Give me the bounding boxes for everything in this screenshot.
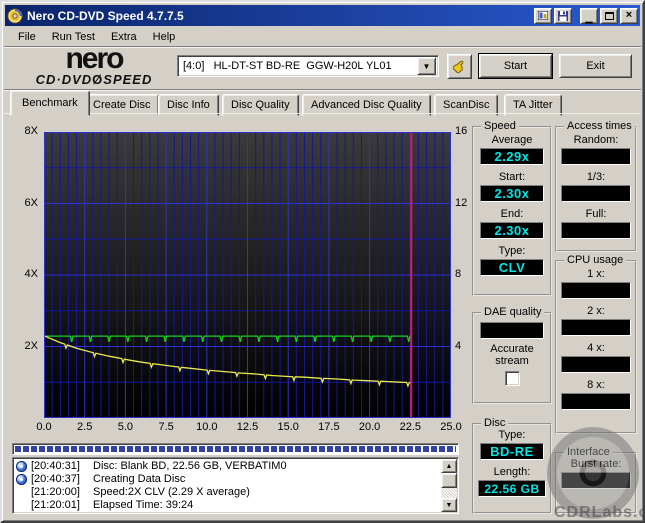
disc-glyph: Ø (92, 72, 104, 87)
dae-quality-title: DAE quality (481, 306, 545, 318)
progress-bar (12, 443, 459, 455)
cpu-8x-label: 8 x: (587, 379, 605, 391)
progress-bar-fill (15, 446, 456, 452)
disc-type-value: BD-RE (480, 443, 544, 460)
x-axis-tick: 15.0 (277, 421, 299, 433)
speed-average-label: Average (491, 134, 533, 146)
nero-logo: nero CD·DVDØSPEED (14, 42, 174, 88)
access-13-value (561, 185, 631, 202)
x-axis-tick: 2.5 (77, 421, 93, 433)
floppy-icon (558, 10, 568, 21)
hand-icon: ☛ (449, 56, 471, 78)
scrollbar-down-button[interactable]: ▼ (441, 498, 457, 512)
app-icon (7, 8, 23, 23)
access-full-value (561, 222, 631, 239)
cpu-8x-value (561, 393, 631, 410)
save-button[interactable] (554, 7, 572, 24)
cpu-1x-label: 1 x: (587, 268, 605, 280)
x-axis-tick: 20.0 (358, 421, 381, 433)
disc-icon (16, 474, 27, 485)
disc-length-label: Length: (493, 466, 531, 478)
cpu-usage-title: CPU usage (564, 254, 627, 266)
x-axis-tick: 25.0 (440, 421, 462, 433)
access-full-label: Full: (585, 208, 607, 220)
accurate-stream-label: Accurate stream (490, 343, 534, 367)
speed-average-value: 2.29x (480, 148, 544, 165)
log-list[interactable]: [20:40:31] Disc: Blank BD, 22.56 GB, VER… (12, 457, 459, 514)
drive-selector[interactable]: [4:0] HL-DT-ST BD-RE GGW-H20L YL01 ▼ (177, 55, 439, 77)
image-icon (538, 11, 548, 20)
log-row[interactable]: [21:20:00] Speed:2X CLV (2.29 X average) (13, 486, 458, 499)
cpu-2x-value (561, 319, 631, 336)
dropdown-arrow-icon[interactable]: ▼ (417, 57, 436, 75)
access-times-group: Access times Random: 1/3: Full: (555, 120, 637, 252)
access-random-value (561, 148, 631, 165)
x-axis-tick: 10.0 (196, 421, 218, 433)
toolbar-divider (4, 89, 641, 91)
app-window: Nero CD-DVD Speed 4.7.7.5 ▁ × File Run T… (0, 0, 645, 523)
cddvdspeed-text: CD·DVDØSPEED (35, 72, 153, 87)
cpu-usage-group: CPU usage 1 x: 2 x: 4 x: 8 x: (555, 254, 637, 434)
dae-quality-group: DAE quality Accurate stream (472, 306, 552, 404)
log-row[interactable]: [21:20:01] Elapsed Time: 39:24 (13, 499, 458, 512)
disc-group: Disc Type: BD-RE Length: 22.56 GB (472, 417, 552, 514)
speed-type-value: CLV (480, 259, 544, 276)
y-left-tick: 6X (24, 196, 38, 209)
y-left-tick: 8X (24, 125, 38, 137)
x-axis-tick: 22.5 (399, 421, 422, 433)
eject-button[interactable]: ☛ (447, 54, 472, 79)
x-axis-tick: 7.5 (158, 421, 174, 433)
benchmark-chart (44, 132, 451, 418)
y-left-tick: 4X (24, 268, 38, 280)
cpu-2x-label: 2 x: (587, 305, 605, 317)
speed-end-label: End: (500, 208, 524, 220)
log-scrollbar[interactable]: ▲ ▼ (441, 459, 457, 512)
exit-button[interactable]: Exit (559, 54, 632, 78)
close-button[interactable]: × (620, 7, 638, 24)
minimize-button[interactable]: ▁ (580, 7, 598, 24)
access-times-title: Access times (564, 120, 635, 132)
speed-type-label: Type: (498, 245, 526, 257)
screenshot-button[interactable] (534, 7, 552, 24)
disc-group-title: Disc (481, 417, 509, 429)
menu-help[interactable]: Help (145, 29, 184, 45)
titlebar[interactable]: Nero CD-DVD Speed 4.7.7.5 ▁ × (5, 5, 640, 26)
dae-quality-value (480, 322, 544, 339)
maximize-button[interactable] (600, 7, 618, 24)
speed-group: Speed Average 2.29x Start: 2.30x End: 2.… (472, 120, 552, 296)
menu-file[interactable]: File (10, 29, 44, 45)
disc-length-value: 22.56 GB (478, 480, 546, 497)
accurate-stream-checkbox[interactable] (504, 371, 520, 386)
cpu-4x-label: 4 x: (587, 342, 605, 354)
speed-start-value: 2.30x (480, 185, 544, 202)
chart-plot-area (44, 132, 451, 418)
start-button[interactable]: Start (478, 53, 553, 79)
access-random-label: Random: (573, 134, 619, 146)
disc-icon (16, 461, 27, 472)
window-title: Nero CD-DVD Speed 4.7.7.5 (27, 8, 184, 23)
disc-type-label: Type: (498, 429, 526, 441)
scrollbar-up-button[interactable]: ▲ (441, 459, 457, 473)
y-left-tick: 2X (24, 339, 38, 352)
scrollbar-thumb[interactable] (441, 473, 457, 488)
access-13-label: 1/3: (586, 171, 606, 183)
speed-start-label: Start: (498, 171, 526, 183)
drive-selector-value: [4:0] HL-DT-ST BD-RE GGW-H20L YL01 (183, 60, 392, 72)
speed-end-value: 2.30x (480, 222, 544, 239)
tab-benchmark[interactable]: Benchmark (10, 90, 90, 116)
speed-group-title: Speed (481, 120, 519, 132)
log-row[interactable]: [20:40:37] Creating Data Disc (13, 473, 458, 486)
x-axis-tick: 12.5 (236, 421, 259, 433)
x-axis-tick: 5.0 (117, 421, 134, 433)
nero-brand-text: nero (65, 42, 124, 75)
tab-page-border (4, 113, 641, 114)
x-axis-tick: 0.0 (36, 421, 52, 433)
watermark: CDRLabs.com (554, 504, 643, 521)
x-axis-tick: 17.5 (318, 421, 340, 433)
cpu-1x-value (561, 282, 631, 299)
log-row[interactable]: [20:40:31] Disc: Blank BD, 22.56 GB, VER… (13, 460, 458, 473)
cpu-4x-value (561, 356, 631, 373)
